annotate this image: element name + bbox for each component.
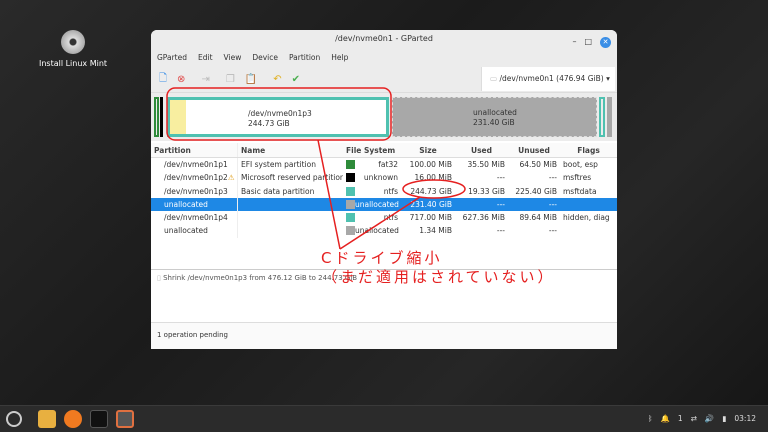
files-icon[interactable]	[38, 410, 56, 428]
annotation-line-2	[339, 196, 421, 250]
clock[interactable]: 03:12	[734, 414, 756, 423]
battery-icon[interactable]: ▮	[722, 414, 726, 423]
annotation-line-1	[317, 139, 341, 250]
firefox-icon[interactable]	[64, 410, 82, 428]
annotation-size-ellipse	[402, 179, 466, 199]
annotation-text-1: Cドライブ縮小	[321, 249, 443, 267]
gparted-task-icon[interactable]	[116, 410, 134, 428]
system-tray: ᛒ 🔔 1 ⇄ 🔊 ▮ 03:12	[648, 414, 756, 423]
taskbar: ᛒ 🔔 1 ⇄ 🔊 ▮ 03:12	[0, 405, 768, 432]
bluetooth-icon[interactable]: ᛒ	[648, 414, 653, 423]
notifications-icon[interactable]: 🔔	[660, 414, 669, 423]
annotation-overlay	[166, 87, 466, 250]
terminal-icon[interactable]	[90, 410, 108, 428]
volume-icon[interactable]: 🔊	[705, 414, 714, 423]
annotation-graph-box	[166, 87, 392, 141]
network-icon[interactable]: ⇄	[691, 414, 697, 423]
annotation-text-2: （まだ適用はされていない）	[322, 268, 556, 286]
notification-count: 1	[677, 414, 683, 423]
menu-mint-icon[interactable]	[6, 411, 22, 427]
